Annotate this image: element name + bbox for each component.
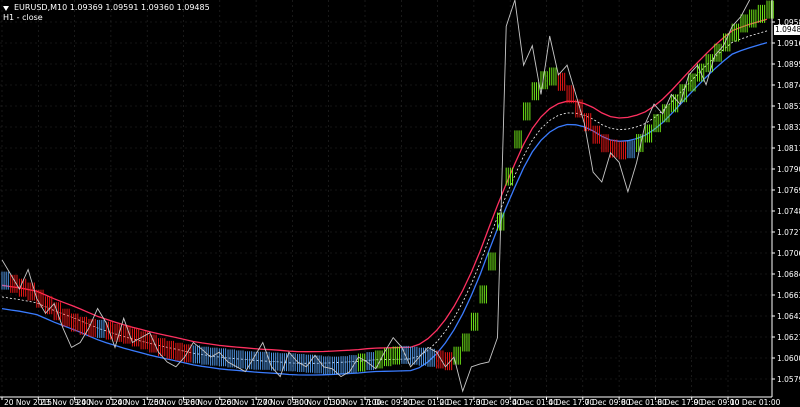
price-chart[interactable]: 1.095801.091601.089501.087401.085301.083…: [0, 0, 800, 407]
chart-header: EURUSD,M10 1.09369 1.09591 1.09360 1.094…: [3, 3, 210, 23]
price-tick-label: 1.06215: [777, 333, 800, 342]
chart-grid: [0, 0, 772, 397]
price-tick-label: 1.08530: [777, 102, 800, 111]
time-tick-label: 10 Dec 01:00: [730, 398, 781, 407]
indicator-row: H1 - close: [3, 13, 210, 23]
price-tick-label: 1.08110: [777, 144, 800, 153]
envelope-bands: [1, 18, 768, 376]
price-tick-label: 1.07900: [777, 165, 800, 174]
price-tick-label: 1.05795: [777, 375, 800, 384]
price-tick-label: 1.09160: [777, 39, 800, 48]
price-tick-label: 1.07690: [777, 186, 800, 195]
price-tick-label: 1.07480: [777, 207, 800, 216]
dropdown-triangle-icon[interactable]: [3, 5, 9, 11]
price-tick-label: 1.06005: [777, 354, 800, 363]
price-tick-label: 1.07060: [777, 249, 800, 258]
time-axis: 20 Nov 201523 Nov 09:0024 Nov 01:0024 No…: [0, 396, 781, 407]
symbol-ohlc-text: EURUSD,M10 1.09369 1.09591 1.09360 1.094…: [14, 3, 210, 12]
price-tick-label: 1.08320: [777, 123, 800, 132]
indicator-label: H1 - close: [3, 13, 43, 22]
trend-histogram: [1, 0, 774, 375]
price-axis: 1.095801.091601.089501.087401.085301.083…: [771, 0, 800, 397]
middle-band-line: [1, 30, 768, 364]
price-tick-label: 1.06635: [777, 291, 800, 300]
price-tick-label: 1.08740: [777, 81, 800, 90]
price-tick-label: 1.06845: [777, 270, 800, 279]
chart-window[interactable]: 1.095801.091601.089501.087401.085301.083…: [0, 0, 800, 407]
current-price-tag: 1.09485: [774, 25, 800, 35]
price-tick-label: 1.07270: [777, 228, 800, 237]
upper-band-line: [1, 18, 768, 353]
symbol-row[interactable]: EURUSD,M10 1.09369 1.09591 1.09360 1.094…: [3, 3, 210, 13]
price-tick-label: 1.06425: [777, 312, 800, 321]
price-tick-label: 1.08950: [777, 60, 800, 69]
